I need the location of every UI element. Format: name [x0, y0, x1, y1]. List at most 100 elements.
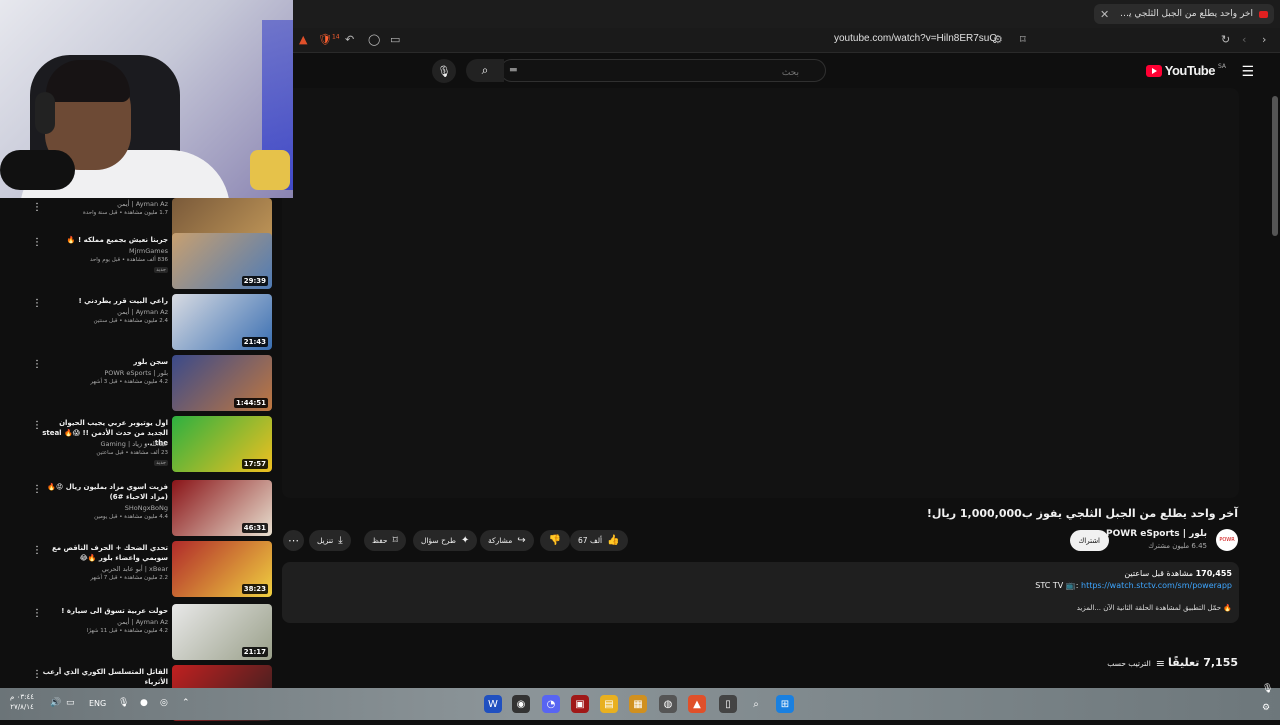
- store-icon[interactable]: ▦: [629, 695, 647, 713]
- more-options-icon[interactable]: ⋮: [32, 608, 42, 619]
- channel-name[interactable]: عبدالله و زياد | Gaming: [101, 440, 169, 448]
- network-icon[interactable]: ▭: [66, 698, 75, 708]
- related-video-item[interactable]: 1:44:51 سجن بلور بلور | POWR eSports 4.2 مل…: [0, 355, 282, 415]
- obs-icon[interactable]: ◉: [512, 695, 530, 713]
- channel-name[interactable]: بلور | POWR eSports: [104, 369, 168, 377]
- description-box[interactable]: [282, 562, 1239, 623]
- channel-name[interactable]: MjrmGames: [129, 247, 168, 255]
- back-icon[interactable]: ‹: [1242, 33, 1246, 46]
- video-title[interactable]: تحدي الضحك + الحرف الناقص مع سوبمي واعضا…: [38, 543, 168, 563]
- new-badge: جديد: [154, 267, 168, 273]
- share-button[interactable]: مشاركة ↪: [480, 530, 534, 551]
- video-thumbnail[interactable]: 17:57: [172, 416, 272, 472]
- video-title[interactable]: حولت عربية تسوق الى سيارة !: [38, 606, 168, 616]
- related-video-item[interactable]: 21:43 راعي البيت قرر يطردني ! Ayman Az | أ…: [0, 294, 282, 354]
- taskbar-search-icon[interactable]: ⌕: [747, 695, 765, 713]
- taskbar-app-icon[interactable]: W: [484, 695, 502, 713]
- related-video-item[interactable]: 17:57 اول يوتيوبر عربي يجيب الحيوان الجدي…: [0, 416, 282, 476]
- related-video-item[interactable]: 21:17 حولت عربية تسوق الى سيارة ! Ayman Az…: [0, 604, 282, 664]
- more-options-icon[interactable]: ⋮: [32, 545, 42, 556]
- channel-name[interactable]: بلور | POWR eSports: [1106, 529, 1207, 539]
- video-title[interactable]: القاتل المتسلسل الكوري الذي أرعب الأثريا…: [38, 667, 168, 687]
- related-video-item[interactable]: 46:31 فزيت اسوي مزاد بمليون ريال 😡🔥 (مزاد…: [0, 480, 282, 540]
- task-view-icon[interactable]: ▯: [719, 695, 737, 713]
- video-title[interactable]: جربنا نعيش بجميع مملكه ! 🔥: [38, 235, 168, 245]
- channel-name[interactable]: xBear | أبو عابد الحربي: [102, 565, 168, 573]
- microphone-icon: 🎙: [437, 64, 451, 78]
- close-tab-icon[interactable]: ✕: [1100, 8, 1109, 21]
- brave-shield-icon[interactable]: 🛡14: [318, 33, 340, 46]
- more-options-icon[interactable]: ⋮: [32, 669, 42, 680]
- more-options-icon[interactable]: ⋮: [32, 359, 42, 370]
- url-text[interactable]: youtube.com/watch?v=Hiln8ER7suQ: [834, 33, 997, 44]
- forward-icon[interactable]: ›: [1262, 33, 1266, 46]
- more-actions-button[interactable]: ⋯: [283, 530, 304, 551]
- dislike-button[interactable]: 👎: [540, 530, 570, 551]
- settings-tray-icon[interactable]: ⚙: [1262, 703, 1270, 713]
- video-title: آخر واحد يطلع من الجبل الثلجي يفوز ب1,00…: [926, 507, 1238, 520]
- more-options-icon[interactable]: ⋮: [32, 237, 42, 248]
- tray-app-icon[interactable]: ●: [140, 698, 148, 708]
- video-thumbnail[interactable]: 1:44:51: [172, 355, 272, 411]
- taskbar-clock[interactable]: ٠٣:٤٤ م ٢٧/٨/١٤: [10, 692, 34, 712]
- video-meta: 4.4 مليون مشاهدة • قبل يومين: [94, 514, 168, 520]
- more-options-icon[interactable]: ⋮: [32, 484, 42, 495]
- menu-icon[interactable]: ☰: [1241, 64, 1254, 80]
- channel-name[interactable]: Ayman Az | أيمن: [117, 200, 168, 208]
- video-title[interactable]: فزيت اسوي مزاد بمليون ريال 😡🔥 (مزاد الاح…: [38, 482, 168, 502]
- site-settings-icon[interactable]: ⚙: [993, 33, 1003, 46]
- steam-icon[interactable]: ◍: [659, 695, 677, 713]
- language-indicator[interactable]: ENG: [89, 699, 106, 708]
- scrollbar-thumb[interactable]: [1272, 96, 1278, 236]
- bookmark-icon[interactable]: ⌑: [1020, 33, 1026, 46]
- view-stats: 170,455 مشاهدة قبل ساعتين: [1124, 569, 1232, 578]
- channel-name[interactable]: SHoNgxBoNg: [125, 504, 168, 512]
- video-title[interactable]: راعي البيت قرر يطردني !: [38, 296, 168, 306]
- video-player[interactable]: [282, 88, 1239, 498]
- mic-tray-icon[interactable]: 🎙: [118, 698, 129, 708]
- more-options-icon[interactable]: ⋮: [32, 202, 42, 213]
- discord-icon[interactable]: ◔: [542, 695, 560, 713]
- voice-search-button[interactable]: 🎙: [432, 59, 456, 83]
- search-button[interactable]: ⌕: [466, 59, 504, 82]
- more-options-icon[interactable]: ⋮: [32, 298, 42, 309]
- save-button[interactable]: حفظ ⌑: [364, 530, 406, 551]
- video-thumbnail[interactable]: 38:23: [172, 541, 272, 597]
- sort-comments-button[interactable]: ≡ الترتيب حسب: [1107, 657, 1165, 670]
- reload-icon[interactable]: ↻: [1221, 33, 1230, 46]
- show-hidden-icons[interactable]: ⌃: [182, 698, 190, 708]
- corner-mic-icon[interactable]: 🎙: [1262, 684, 1273, 694]
- video-thumbnail[interactable]: 21:17: [172, 604, 272, 660]
- related-video-item[interactable]: 38:23 تحدي الضحك + الحرف الناقص مع سوبمي …: [0, 541, 282, 601]
- related-video-item[interactable]: 29:39 جربنا نعيش بجميع مملكه ! 🔥 MjrmGames…: [0, 233, 282, 293]
- volume-icon[interactable]: 🔊: [50, 698, 61, 708]
- more-icon: ⋯: [288, 534, 299, 547]
- channel-name[interactable]: Ayman Az | أيمن: [117, 618, 168, 626]
- description-more[interactable]: 🔥 حمّل التطبيق لمشاهدة الحلقة الثانية ال…: [1077, 604, 1232, 612]
- video-editor-icon[interactable]: ▣: [571, 695, 589, 713]
- undo-icon[interactable]: ↶: [345, 33, 354, 46]
- more-options-icon[interactable]: ⋮: [32, 420, 42, 431]
- browser-tab[interactable]: آخر واحد يطلع من الجبل الثلجي يف... ✕: [1094, 4, 1274, 24]
- search-input[interactable]: [509, 61, 799, 83]
- youtube-logo[interactable]: YouTube SA: [1145, 63, 1226, 78]
- video-thumbnail[interactable]: 29:39: [172, 233, 272, 289]
- download-button[interactable]: تنزيل ⤓: [309, 530, 351, 551]
- chat-icon[interactable]: ◯: [368, 33, 380, 46]
- search-box[interactable]: [500, 59, 826, 83]
- stctv-link[interactable]: https://watch.stctv.com/sm/powerapp: [1081, 581, 1232, 590]
- file-explorer-icon[interactable]: ▤: [600, 695, 618, 713]
- subscribe-button[interactable]: اشتراك: [1069, 530, 1109, 551]
- channel-avatar[interactable]: POWR: [1216, 529, 1238, 551]
- video-title[interactable]: سجن بلور: [38, 357, 168, 367]
- ask-button[interactable]: طرح سؤال ✦: [413, 530, 478, 551]
- screen-icon[interactable]: ▭: [390, 33, 400, 46]
- chrome-tray-icon[interactable]: ◎: [160, 698, 168, 708]
- brave-rewards-icon[interactable]: ▲: [299, 33, 307, 46]
- video-thumbnail[interactable]: 46:31: [172, 480, 272, 536]
- like-button[interactable]: 67 ألف 👍: [570, 530, 628, 551]
- video-thumbnail[interactable]: 21:43: [172, 294, 272, 350]
- windows-start-icon[interactable]: ⊞: [776, 695, 794, 713]
- channel-name[interactable]: Ayman Az | أيمن: [117, 308, 168, 316]
- brave-icon[interactable]: ▲: [688, 695, 706, 713]
